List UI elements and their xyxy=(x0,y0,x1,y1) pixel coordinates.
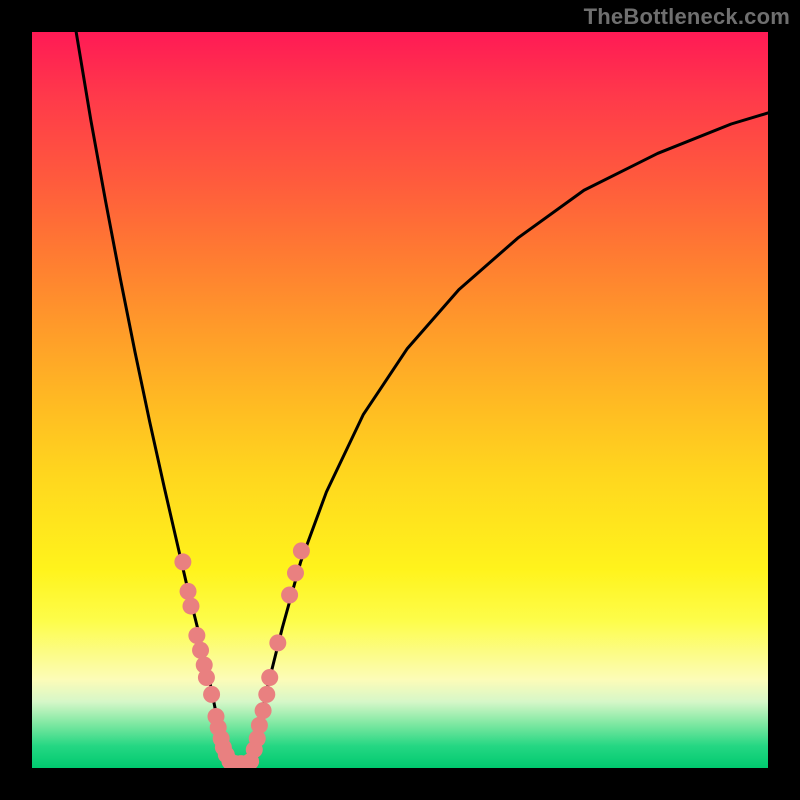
chart-svg xyxy=(32,32,768,768)
data-point xyxy=(261,669,278,686)
curve-right-branch xyxy=(251,113,768,764)
data-point xyxy=(251,717,268,734)
chart-plot-area xyxy=(32,32,768,768)
watermark-text: TheBottleneck.com xyxy=(584,4,790,30)
data-point xyxy=(180,583,197,600)
data-point xyxy=(255,702,272,719)
chart-frame: TheBottleneck.com xyxy=(0,0,800,800)
data-point xyxy=(192,642,209,659)
data-point xyxy=(174,553,191,570)
data-point xyxy=(182,598,199,615)
bottleneck-curve xyxy=(76,32,768,764)
data-point xyxy=(188,627,205,644)
data-points xyxy=(174,542,310,768)
data-point xyxy=(258,686,275,703)
data-point xyxy=(269,634,286,651)
data-point xyxy=(293,542,310,559)
data-point xyxy=(198,669,215,686)
data-point xyxy=(287,564,304,581)
data-point xyxy=(203,686,220,703)
data-point xyxy=(281,587,298,604)
